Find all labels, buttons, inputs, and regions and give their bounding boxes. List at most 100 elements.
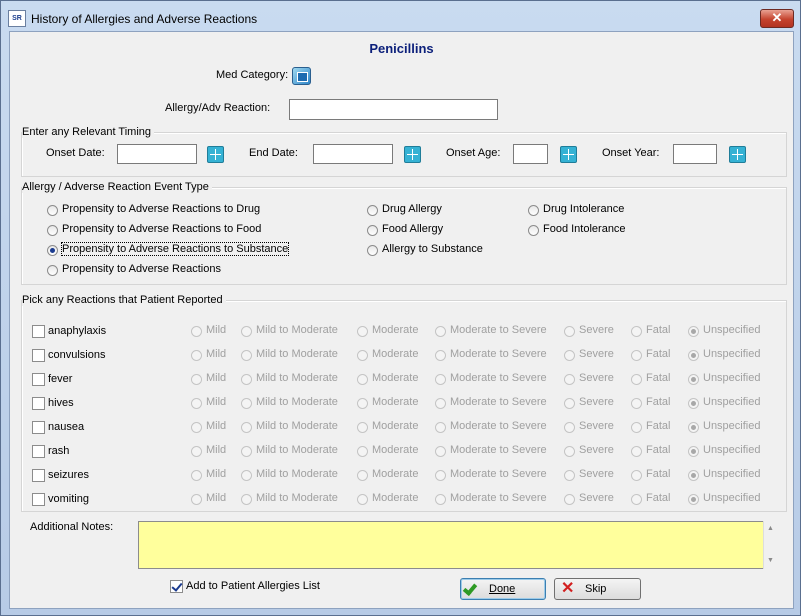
onset-age-picker-icon[interactable] [560, 146, 577, 163]
severity-radio[interactable] [631, 350, 642, 361]
severity-radio[interactable] [631, 422, 642, 433]
severity-radio[interactable] [191, 494, 202, 505]
event-type-radio[interactable] [528, 225, 539, 236]
severity-radio[interactable] [357, 350, 368, 361]
severity-radio[interactable] [564, 494, 575, 505]
severity-radio[interactable] [241, 446, 252, 457]
event-type-radio[interactable] [47, 205, 58, 216]
severity-radio[interactable] [357, 374, 368, 385]
severity-radio[interactable] [241, 422, 252, 433]
onset-year-picker-icon[interactable] [729, 146, 746, 163]
severity-radio[interactable] [357, 326, 368, 337]
reaction-checkbox[interactable] [32, 373, 45, 386]
severity-radio[interactable] [564, 374, 575, 385]
event-type-radio[interactable] [47, 265, 58, 276]
severity-radio[interactable] [191, 422, 202, 433]
severity-radio[interactable] [435, 374, 446, 385]
end-date-input[interactable] [313, 144, 393, 164]
severity-radio[interactable] [435, 326, 446, 337]
severity-radio[interactable] [564, 326, 575, 337]
severity-radio[interactable] [357, 494, 368, 505]
event-type-option-label[interactable]: Food Allergy [382, 223, 443, 235]
severity-radio[interactable] [688, 422, 699, 433]
severity-radio[interactable] [564, 446, 575, 457]
severity-radio[interactable] [435, 422, 446, 433]
severity-radio[interactable] [688, 494, 699, 505]
severity-radio[interactable] [191, 398, 202, 409]
severity-radio[interactable] [241, 470, 252, 481]
event-type-option-label[interactable]: Drug Allergy [382, 203, 442, 215]
reaction-checkbox[interactable] [32, 349, 45, 362]
add-to-list-label[interactable]: Add to Patient Allergies List [186, 580, 320, 592]
severity-radio[interactable] [631, 470, 642, 481]
severity-radio[interactable] [241, 398, 252, 409]
reaction-label[interactable]: vomiting [48, 493, 89, 505]
severity-radio[interactable] [357, 398, 368, 409]
reaction-checkbox[interactable] [32, 469, 45, 482]
reaction-label[interactable]: rash [48, 445, 69, 457]
reaction-label[interactable]: fever [48, 373, 72, 385]
severity-radio[interactable] [435, 494, 446, 505]
end-date-picker-icon[interactable] [404, 146, 421, 163]
reaction-label[interactable]: anaphylaxis [48, 325, 106, 337]
reaction-label[interactable]: convulsions [48, 349, 105, 361]
severity-radio[interactable] [435, 398, 446, 409]
severity-radio[interactable] [191, 374, 202, 385]
severity-radio[interactable] [357, 422, 368, 433]
severity-radio[interactable] [357, 446, 368, 457]
title-bar[interactable]: SR History of Allergies and Adverse Reac… [1, 1, 800, 31]
onset-age-input[interactable] [513, 144, 548, 164]
event-type-option-label[interactable]: Propensity to Adverse Reactions to Food [62, 223, 261, 235]
event-type-option-label[interactable]: Propensity to Adverse Reactions to Drug [62, 203, 260, 215]
event-type-option-label-selected[interactable]: Propensity to Adverse Reactions to Subst… [60, 242, 290, 256]
reaction-checkbox[interactable] [32, 493, 45, 506]
severity-radio[interactable] [631, 446, 642, 457]
severity-radio[interactable] [688, 398, 699, 409]
scroll-up-icon[interactable]: ▲ [767, 525, 774, 532]
event-type-radio-selected[interactable] [47, 245, 58, 256]
severity-radio[interactable] [564, 470, 575, 481]
severity-radio[interactable] [241, 326, 252, 337]
severity-radio[interactable] [191, 326, 202, 337]
severity-radio[interactable] [631, 326, 642, 337]
med-category-icon[interactable] [292, 67, 311, 85]
event-type-option-label[interactable]: Drug Intolerance [543, 203, 624, 215]
event-type-radio[interactable] [367, 225, 378, 236]
severity-radio[interactable] [631, 494, 642, 505]
severity-radio[interactable] [241, 374, 252, 385]
event-type-radio[interactable] [367, 245, 378, 256]
scroll-down-icon[interactable]: ▼ [767, 557, 774, 564]
severity-radio[interactable] [435, 470, 446, 481]
severity-radio[interactable] [357, 470, 368, 481]
severity-radio[interactable] [564, 422, 575, 433]
event-type-option-label[interactable]: Food Intolerance [543, 223, 626, 235]
reaction-label[interactable]: seizures [48, 469, 89, 481]
reaction-checkbox[interactable] [32, 325, 45, 338]
severity-radio[interactable] [688, 326, 699, 337]
severity-radio[interactable] [241, 350, 252, 361]
close-button[interactable]: ✕ [760, 9, 794, 28]
event-type-radio[interactable] [47, 225, 58, 236]
severity-radio[interactable] [688, 374, 699, 385]
severity-radio[interactable] [435, 446, 446, 457]
severity-radio[interactable] [688, 446, 699, 457]
severity-radio[interactable] [191, 470, 202, 481]
event-type-option-label[interactable]: Propensity to Adverse Reactions [62, 263, 221, 275]
reaction-label[interactable]: hives [48, 397, 74, 409]
severity-radio[interactable] [688, 470, 699, 481]
allergy-reaction-input[interactable] [289, 99, 498, 120]
onset-year-input[interactable] [673, 144, 717, 164]
severity-radio[interactable] [564, 398, 575, 409]
notes-textarea[interactable] [138, 521, 778, 569]
add-to-list-checkbox[interactable] [170, 580, 183, 593]
event-type-radio[interactable] [528, 205, 539, 216]
severity-radio[interactable] [564, 350, 575, 361]
severity-radio[interactable] [435, 350, 446, 361]
reaction-checkbox[interactable] [32, 397, 45, 410]
onset-date-input[interactable] [117, 144, 197, 164]
severity-radio[interactable] [631, 398, 642, 409]
notes-scrollbar[interactable]: ▲ ▼ [763, 521, 778, 569]
severity-radio[interactable] [191, 446, 202, 457]
event-type-option-label[interactable]: Allergy to Substance [382, 243, 483, 255]
reaction-checkbox[interactable] [32, 421, 45, 434]
